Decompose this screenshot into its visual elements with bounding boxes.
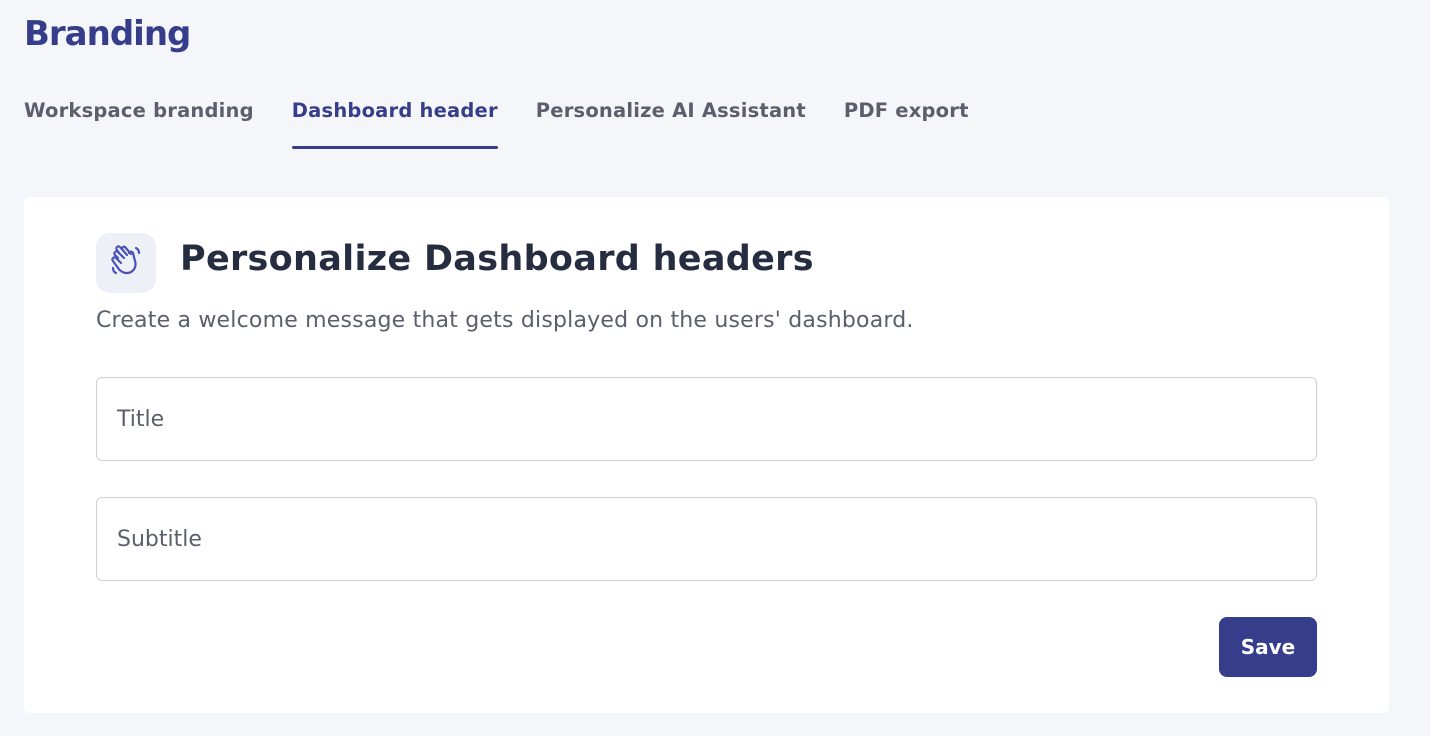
dashboard-header-card: Personalize Dashboard headers Create a w…	[24, 197, 1389, 713]
tab-workspace-branding[interactable]: Workspace branding	[24, 96, 254, 149]
save-button[interactable]: Save	[1219, 617, 1317, 677]
tab-dashboard-header[interactable]: Dashboard header	[291, 96, 498, 149]
page-title: Branding	[24, 14, 191, 54]
tab-pdf-export[interactable]: PDF export	[844, 96, 969, 149]
waving-hand-icon	[109, 244, 143, 282]
card-description: Create a welcome message that gets displ…	[96, 308, 914, 333]
title-field	[96, 377, 1317, 461]
card-title: Personalize Dashboard headers	[180, 239, 814, 279]
branding-tabs: Workspace branding Dashboard header Pers…	[24, 96, 1007, 149]
subtitle-input[interactable]	[97, 498, 1316, 580]
icon-container	[96, 233, 156, 293]
subtitle-field	[96, 497, 1317, 581]
tab-personalize-ai-assistant[interactable]: Personalize AI Assistant	[536, 96, 806, 149]
title-input[interactable]	[97, 378, 1316, 460]
